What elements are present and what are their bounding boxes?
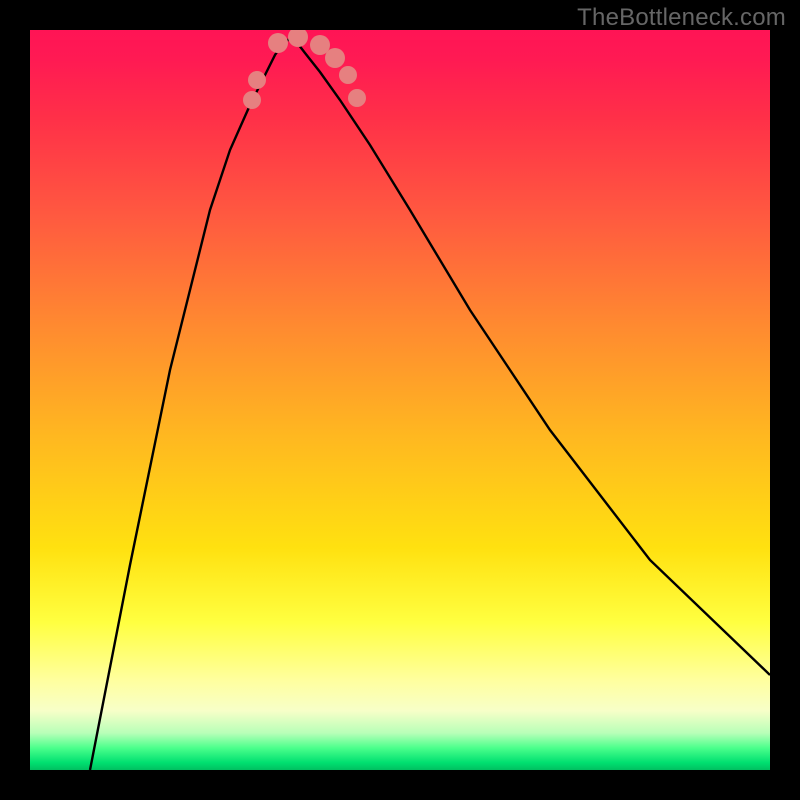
curve-marker — [325, 48, 345, 68]
curve-marker — [268, 33, 288, 53]
curve-marker — [243, 91, 261, 109]
plot-area — [30, 30, 770, 770]
bottleneck-curve — [30, 30, 770, 770]
curve-path — [90, 40, 770, 770]
curve-marker — [339, 66, 357, 84]
chart-frame: TheBottleneck.com — [0, 0, 800, 800]
watermark-text: TheBottleneck.com — [577, 4, 786, 32]
curve-marker — [348, 89, 366, 107]
curve-marker — [248, 71, 266, 89]
